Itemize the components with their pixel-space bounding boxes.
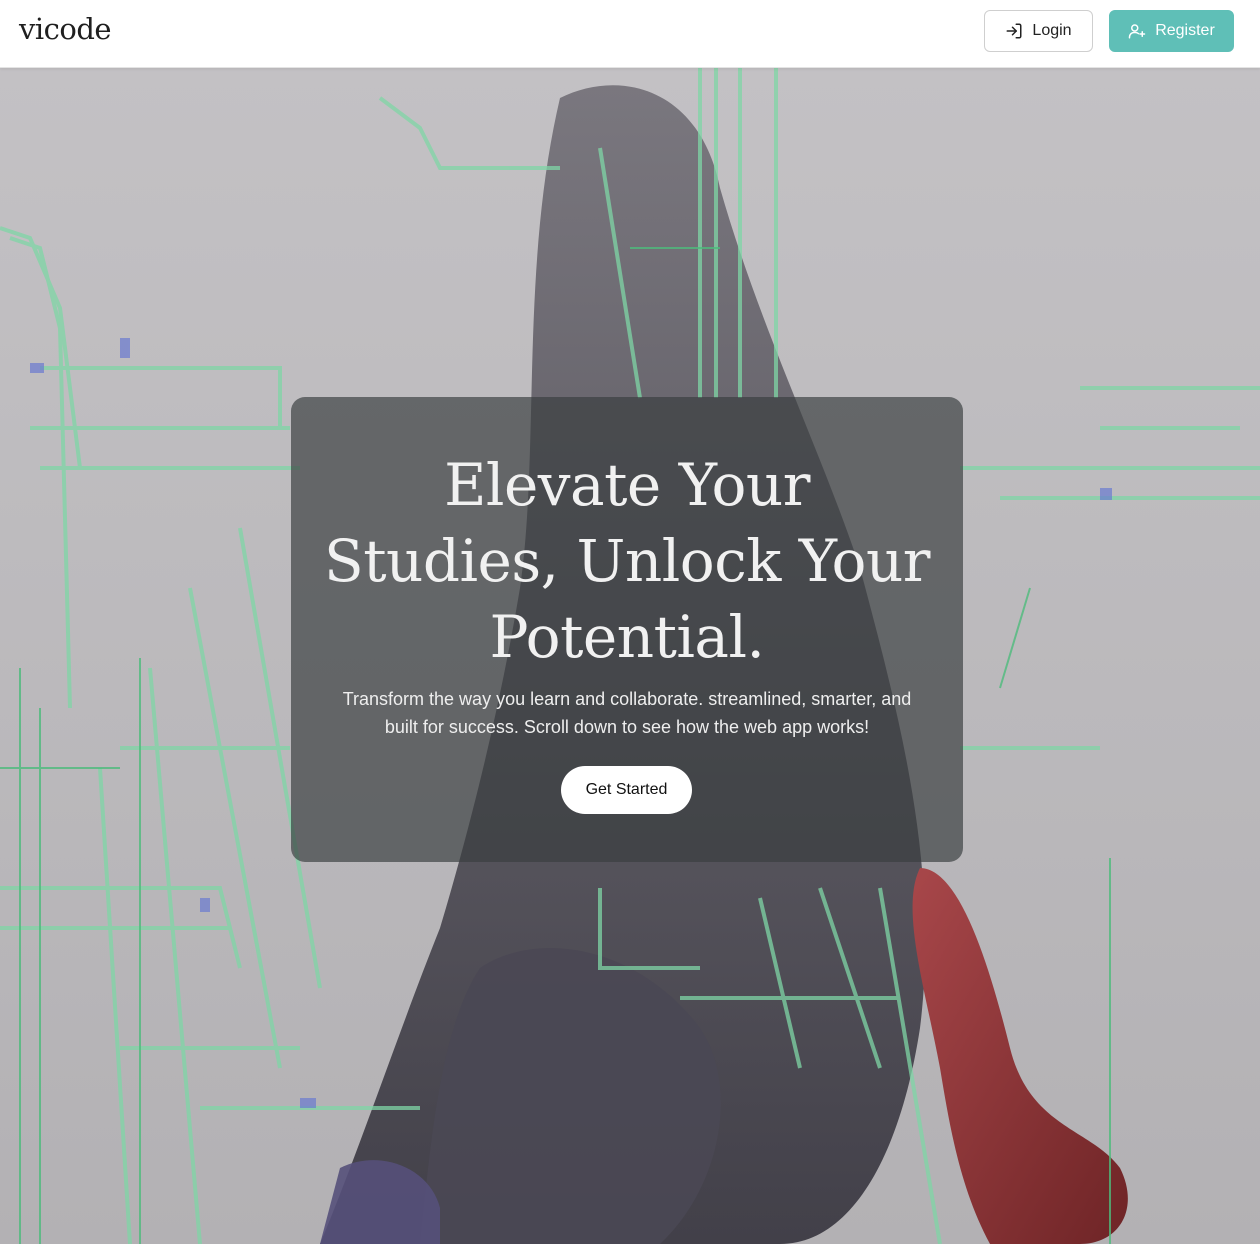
hero-card: Elevate Your Studies, Unlock Your Potent… bbox=[291, 397, 963, 862]
brand-logo[interactable]: vicode bbox=[19, 12, 112, 46]
login-icon bbox=[1006, 23, 1022, 39]
hero-headline: Elevate Your Studies, Unlock Your Potent… bbox=[323, 451, 931, 671]
login-button[interactable]: Login bbox=[984, 10, 1093, 52]
register-button[interactable]: Register bbox=[1109, 10, 1234, 52]
add-user-icon bbox=[1128, 24, 1146, 39]
hero-section: Elevate Your Studies, Unlock Your Potent… bbox=[0, 68, 1260, 1244]
get-started-button[interactable]: Get Started bbox=[561, 766, 692, 814]
register-button-label: Register bbox=[1155, 22, 1215, 39]
hero-subtitle: Transform the way you learn and collabor… bbox=[342, 689, 912, 737]
top-navbar: vicode Login Register bbox=[0, 0, 1260, 68]
login-button-label: Login bbox=[1032, 22, 1072, 39]
